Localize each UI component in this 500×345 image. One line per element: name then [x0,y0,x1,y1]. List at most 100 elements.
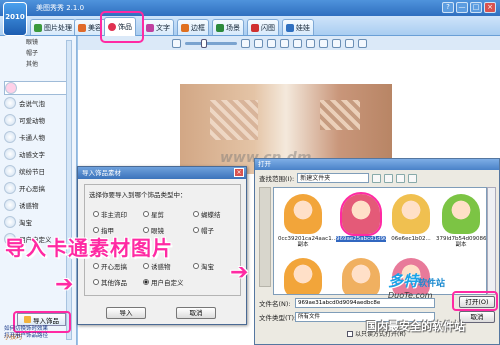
tab-border[interactable]: 边框 [177,19,209,35]
arrow-right-icon: ➔ [55,272,74,297]
file-list-scrollbar[interactable] [487,187,496,295]
filename-label: 文件名(N): [259,300,291,308]
radio-option[interactable]: 诱惑物 [143,261,171,271]
cartoon-thumbnail-icon [442,194,480,234]
sidebar-item-temptation[interactable]: 诱惑物 [4,198,70,212]
sidebar-item-cartoon[interactable]: 卡通人物 [4,130,70,144]
import-dialog-prompt: 选择你要导入到哪个饰品类型中： [89,191,187,199]
import-cancel-button[interactable]: 取消 [176,307,216,319]
radio-option[interactable]: 星剪 [143,209,164,219]
new-folder-icon[interactable] [396,173,406,183]
tab-highlight-box [100,11,144,43]
sidebar-item-selected[interactable] [4,81,70,95]
radio-option[interactable]: 开心恶搞 [93,261,127,271]
brand-name-suffix: 软件站 [418,279,446,289]
sidebar-item-cute-animals[interactable]: 可爱动物 [4,113,70,127]
caption-overlay: 导入卡通素材图片 [5,236,173,260]
maximize-button[interactable]: □ [470,2,482,13]
tab-doll[interactable]: 娃娃 [282,19,314,35]
scene-icon [216,23,224,32]
sidebar-item-taobao[interactable]: 淘宝 [4,215,70,229]
lookin-dropdown[interactable]: 新建文件夹 [297,173,370,183]
file-item-selected[interactable]: 969ae25abcd1d9094aedbc8e [336,192,418,242]
close-button[interactable]: × [484,2,496,13]
file-item[interactable] [336,258,386,294]
sidebar-item-speech-bubble[interactable]: 会说气泡 [4,96,70,110]
sidebar-item-other[interactable]: 其他 [26,59,38,70]
radio-option[interactable]: 淘宝 [193,261,214,271]
tab-image-processing[interactable]: 图片处理 [30,19,76,35]
tab-flash[interactable]: 闪图 [247,19,279,35]
tip-link[interactable]: 打开用户饰品路径 [4,333,48,340]
file-item[interactable]: 0cc39201ca24aac1... 副本 [278,194,337,248]
flash-icon [251,23,259,32]
sidebar-item-motion-text[interactable]: 动感文字 [4,147,70,161]
sidebar-item-glasses[interactable]: 眼镜 [26,37,38,48]
cartoon-thumbnail-icon [284,258,322,294]
cartoon-thumbnail-icon [340,192,382,236]
sidebar-item-festival[interactable]: 缤纷节日 [4,164,70,178]
file-item[interactable]: 06e6ec1b02... [386,194,436,242]
zoom-slider-knob[interactable] [201,38,207,48]
radio-icon [93,211,99,217]
bubble-icon [5,82,17,94]
places-bar [259,187,271,287]
text-icon [4,148,16,160]
back-icon[interactable] [372,173,382,183]
doll-icon [286,23,294,32]
compare-icon[interactable] [280,38,289,48]
blurred-face-left [210,100,258,140]
sidebar-item-hat[interactable]: 帽子 [26,48,38,59]
radio-option[interactable]: 非主流印 [93,209,127,219]
image-icon [34,23,42,32]
funny-icon [4,182,16,194]
tab-text[interactable]: 文字 [142,19,174,35]
filetype-label: 文件类型(T): [259,314,297,322]
minimize-button[interactable]: — [456,2,468,13]
up-folder-icon[interactable] [384,173,394,183]
app-logo: 2010 [3,2,27,36]
open-file-dialog: 打开 查找范围(I): 新建文件夹 0cc39201ca24aac1... 副本… [254,158,500,345]
blurred-face-right [320,100,360,130]
open-button-highlight-box [452,291,498,311]
radio-icon [193,211,199,217]
sidebar-item-funny[interactable]: 开心恶搞 [4,181,70,195]
radio-option-selected[interactable]: 用户自定义 [143,277,184,287]
rotate-icon[interactable] [293,38,302,48]
reset-icon[interactable] [345,38,354,48]
cartoon-icon [4,131,16,143]
lookin-label: 查找范围(I): [259,175,295,183]
redo-icon[interactable] [332,38,341,48]
undo-icon[interactable] [319,38,328,48]
actual-size-icon[interactable] [267,38,276,48]
file-item[interactable]: 379ld7b54d09086... 副本 [436,194,486,248]
view-menu-icon[interactable] [408,173,418,183]
radio-icon [193,263,199,269]
radio-icon [143,211,149,217]
radio-option[interactable]: 其他饰品 [93,277,127,287]
zoom-in-icon[interactable] [241,38,250,48]
file-list: 0cc39201ca24aac1... 副本 969ae25abcd1d9094… [273,187,487,295]
import-ok-button[interactable]: 导入 [106,307,146,319]
zoom-out-icon[interactable] [172,38,181,48]
zoom-slider[interactable] [185,38,237,48]
file-item[interactable] [278,258,328,294]
sidebar: 眼镜 帽子 其他 会说气泡 可爱动物 卡通人物 动感文字 缤纷节日 开心恶搞 诱… [0,36,77,345]
flip-icon[interactable] [306,38,315,48]
tab-bar: 图片处理 美容 饰品 文字 边框 场景 闪图 娃娃 [0,16,500,36]
help-button[interactable]: ? [442,2,454,13]
radio-checked-icon [143,279,149,285]
import-dialog-title: 导入饰品素材 [78,167,246,179]
brand-name: 多特 [388,272,419,290]
radio-option[interactable]: 蝴蝶结 [193,209,221,219]
delete-icon[interactable] [358,38,367,48]
import-dialog-close-button[interactable]: × [234,168,244,177]
title-bar: 美图秀秀 2.1.0 ? — □ × [0,0,500,16]
tab-scene[interactable]: 场景 [212,19,244,35]
tips-list: 如何切换饰时效果 打开用户饰品路径 [4,326,48,340]
brand-domain: DuoTe.com [388,291,433,300]
radio-option[interactable]: 帽子 [193,225,214,235]
brand-logo: 多特软件站 DuoTe.com [388,270,445,300]
fit-icon[interactable] [254,38,263,48]
tip-link[interactable]: 如何切换饰时效果 [4,326,48,333]
